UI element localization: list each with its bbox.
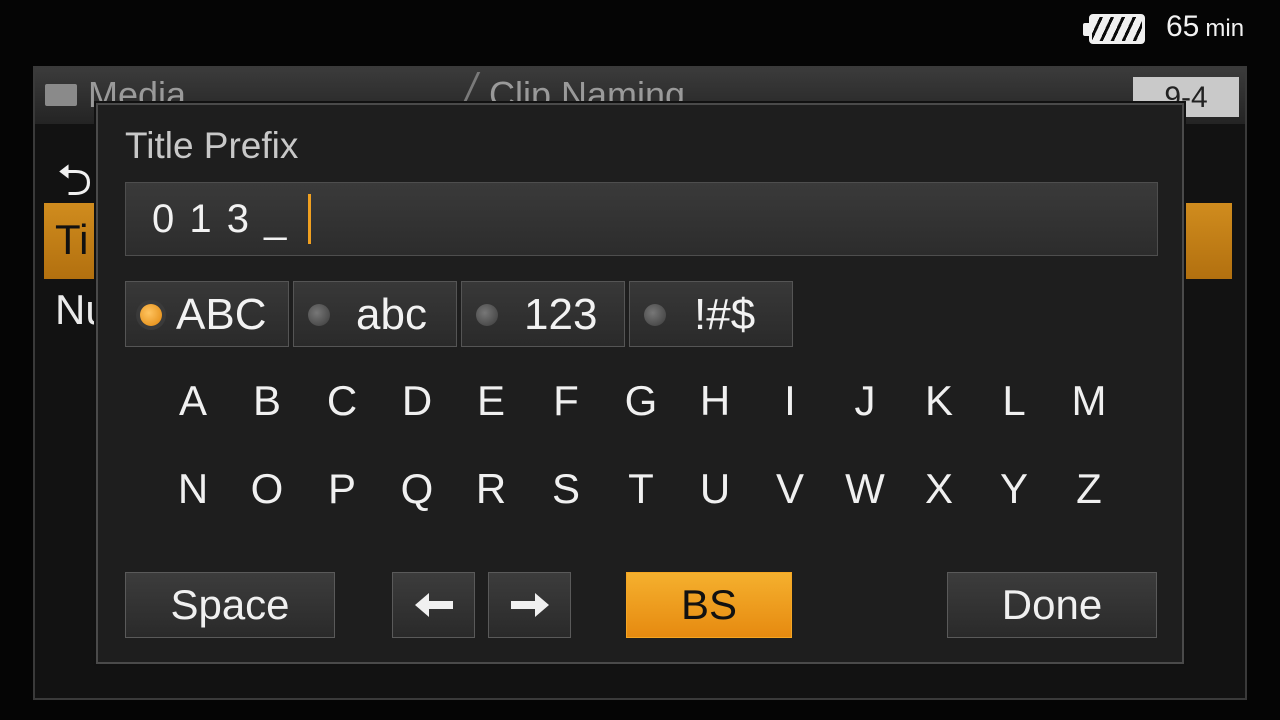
key-s[interactable]: S: [531, 453, 601, 525]
mode-label: ABC: [176, 290, 267, 339]
key-a[interactable]: A: [158, 365, 228, 437]
cursor-right-button[interactable]: [488, 572, 571, 638]
radio-icon: [476, 304, 498, 326]
key-f[interactable]: F: [531, 365, 601, 437]
key-j[interactable]: J: [830, 365, 900, 437]
key-o[interactable]: O: [232, 453, 302, 525]
key-m[interactable]: M: [1054, 365, 1124, 437]
radio-icon: [308, 304, 330, 326]
key-e[interactable]: E: [456, 365, 526, 437]
mode-label: 123: [524, 290, 598, 339]
done-button[interactable]: Done: [947, 572, 1157, 638]
mode-label: abc: [356, 290, 427, 339]
mode-uppercase[interactable]: ABC: [125, 281, 289, 347]
remaining-value: 65: [1166, 10, 1200, 43]
backspace-button[interactable]: BS: [626, 572, 792, 638]
key-r[interactable]: R: [456, 453, 526, 525]
space-button[interactable]: Space: [125, 572, 335, 638]
radio-selected-icon: [140, 304, 162, 326]
key-u[interactable]: U: [680, 453, 750, 525]
title-prefix-dialog: Title Prefix 0 1 3 _ ABC abc 123 !#$ A B…: [96, 103, 1184, 664]
mode-numbers[interactable]: 123: [461, 281, 625, 347]
battery-icon: [1083, 14, 1149, 48]
arrow-left-icon: [414, 593, 453, 617]
input-value: 0 1 3 _: [152, 197, 289, 241]
key-g[interactable]: G: [606, 365, 676, 437]
key-b[interactable]: B: [232, 365, 302, 437]
menu-row-selected-label: Ti: [55, 216, 89, 263]
battery-level: [1089, 14, 1145, 44]
key-p[interactable]: P: [307, 453, 377, 525]
dialog-title: Title Prefix: [125, 125, 299, 166]
arrow-right-icon: [510, 593, 549, 617]
media-icon: [45, 84, 77, 106]
key-v[interactable]: V: [755, 453, 825, 525]
key-l[interactable]: L: [979, 365, 1049, 437]
mode-lowercase[interactable]: abc: [293, 281, 457, 347]
remaining-time: 65 min: [1166, 10, 1244, 44]
key-k[interactable]: K: [904, 365, 974, 437]
key-h[interactable]: H: [680, 365, 750, 437]
key-x[interactable]: X: [904, 453, 974, 525]
key-w[interactable]: W: [830, 453, 900, 525]
cursor-left-button[interactable]: [392, 572, 475, 638]
mode-label: !#$: [694, 290, 756, 339]
mode-symbols[interactable]: !#$: [629, 281, 793, 347]
radio-icon: [644, 304, 666, 326]
key-q[interactable]: Q: [382, 453, 452, 525]
text-input-field[interactable]: 0 1 3 _: [125, 182, 1158, 256]
key-d[interactable]: D: [382, 365, 452, 437]
key-z[interactable]: Z: [1054, 453, 1124, 525]
key-y[interactable]: Y: [979, 453, 1049, 525]
remaining-unit: min: [1205, 15, 1245, 42]
key-i[interactable]: I: [755, 365, 825, 437]
key-c[interactable]: C: [307, 365, 377, 437]
key-t[interactable]: T: [606, 453, 676, 525]
text-cursor: [308, 194, 311, 244]
key-n[interactable]: N: [158, 453, 228, 525]
